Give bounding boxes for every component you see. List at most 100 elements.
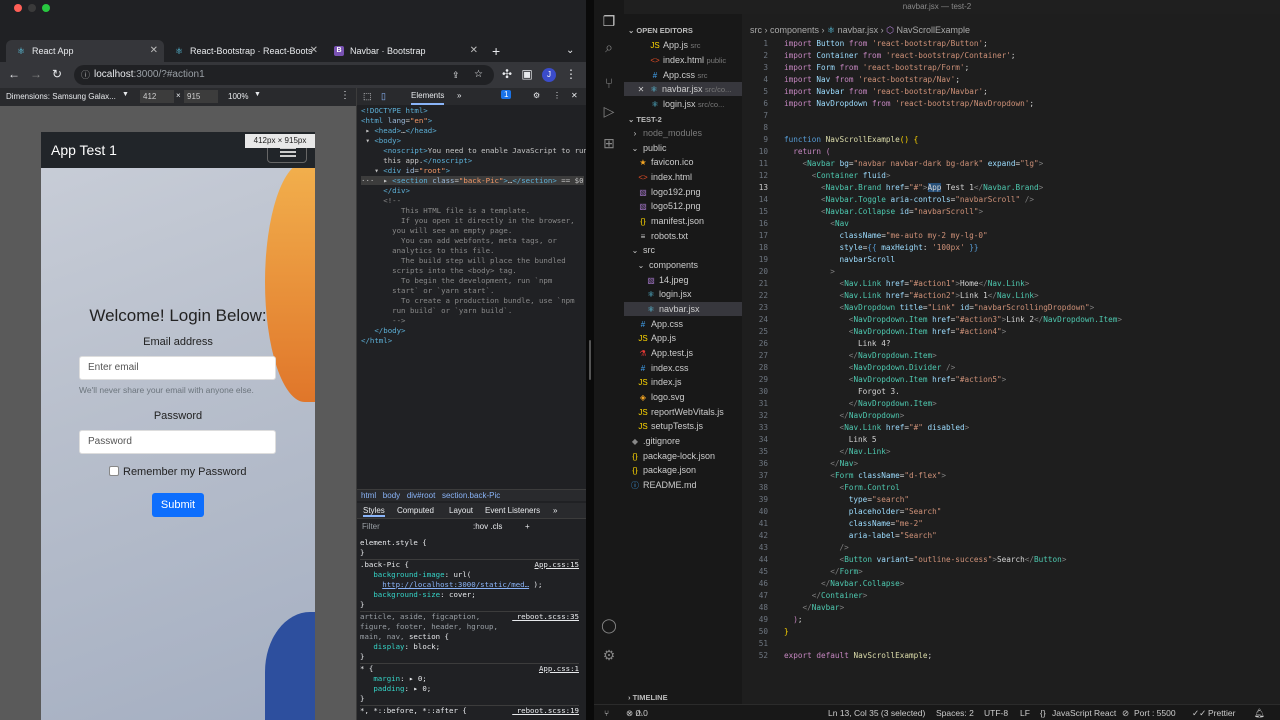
open-editor-item[interactable]: ⚛ login.jsx src/co... [650,97,724,111]
close-window-button[interactable] [14,4,22,12]
profile-avatar[interactable]: J [542,68,556,82]
tree-file[interactable]: # index.css [638,361,689,375]
password-input[interactable]: Password [79,430,276,454]
chevron-down-icon[interactable]: ⌄ [566,45,574,56]
crumb-root[interactable]: div#root [407,491,435,500]
open-editor-item[interactable]: <> index.html public [650,53,726,67]
tree-file[interactable]: ⚗ App.test.js [638,346,693,360]
menu-kebab-icon[interactable]: ⋮ [564,67,578,81]
share-icon[interactable]: ⇪ [452,65,460,85]
tree-file[interactable]: ≡ robots.txt [638,229,688,243]
zoom-select[interactable]: 100% [228,92,248,101]
crumb-section[interactable]: section.back-Pic [442,491,500,500]
tree-file[interactable]: # App.css [638,317,683,331]
explorer-icon[interactable]: ❐ [600,12,618,30]
devtools-menu-icon[interactable]: ⋮ [553,91,561,100]
navbar-brand[interactable]: App Test 1 [51,142,117,158]
height-input[interactable]: 915 [184,90,218,103]
remote-icon[interactable]: ⑂ [604,705,609,720]
tab-react-app[interactable]: ⚛ React App ✕ [6,40,164,62]
tree-file[interactable]: ⚛ login.jsx [646,287,691,301]
tree-file[interactable]: ▧ 14.jpeg [646,273,688,287]
window-divider[interactable] [586,0,594,720]
open-editor-item[interactable]: # App.css src [650,68,708,82]
open-editors-header[interactable]: ⌄ OPEN EDITORS [628,26,693,35]
line-endings[interactable]: LF [1020,705,1030,720]
timeline-header[interactable]: › TIMELINE [628,693,668,702]
filter-input[interactable]: Filter [362,522,380,531]
tab-styles[interactable]: Styles [363,506,385,517]
tree-file[interactable]: JS index.js [638,375,681,389]
tree-file[interactable]: {} manifest.json [638,214,704,228]
tree-file[interactable]: ⓘ README.md [630,478,697,492]
open-editor-item-active[interactable]: ✕ ⚛ navbar.jsx src/co... [624,82,742,96]
more-tabs-icon[interactable]: » [553,506,557,515]
tree-file[interactable]: {} package.json [630,463,696,477]
tree-file[interactable]: <> index.html [638,170,692,184]
close-tab-icon[interactable]: ✕ [470,45,478,56]
extensions-icon[interactable]: ✣ [500,67,514,81]
extensions-icon[interactable]: ⊞ [600,134,618,152]
inspect-icon[interactable]: ⬚ [363,91,372,102]
tree-file[interactable]: JS reportWebVitals.js [638,405,723,419]
run-debug-icon[interactable]: ▷ [600,102,618,120]
formatter[interactable]: Prettier [1208,705,1235,720]
settings-gear-icon[interactable]: ⚙ [533,91,540,100]
reload-icon[interactable]: ↻ [50,67,64,81]
tab-event-listeners[interactable]: Event Listeners [485,506,540,515]
add-rule-icon[interactable]: + [525,522,530,531]
close-tab-icon[interactable]: ✕ [150,45,158,56]
indentation[interactable]: Spaces: 2 [936,705,974,720]
code-content[interactable]: 1 import Button from 'react-bootstrap/But… [742,38,1280,662]
tree-folder[interactable]: ⌄ public [630,141,667,155]
tree-file[interactable]: ◈ logo.svg [638,390,685,404]
code-editor[interactable]: src › components › ⚛ navbar.jsx › ⬡ NavS… [742,14,1280,704]
new-tab-icon[interactable]: + [492,43,500,59]
styles-filter[interactable]: Filter :hov .cls + [357,522,586,536]
minimize-window-button[interactable] [28,4,36,12]
problems-indicator[interactable]: ⊗ 0 ⚠ 0 [626,705,648,720]
tree-file-active[interactable]: ⚛ navbar.jsx [624,302,742,316]
submit-button[interactable]: Submit [152,493,204,517]
remember-checkbox[interactable]: Remember my Password [109,466,246,478]
crumb-components[interactable]: components [770,25,819,35]
settings-gear-icon[interactable]: ⚙ [600,646,618,664]
crumb-file[interactable]: navbar.jsx [838,25,879,35]
maximize-window-button[interactable] [42,4,50,12]
encoding[interactable]: UTF-8 [984,705,1008,720]
tree-folder[interactable]: ⌄ components [636,258,698,272]
close-icon[interactable]: ✕ [636,83,646,97]
source-control-icon[interactable]: ⑂ [600,74,618,92]
more-tabs-icon[interactable]: » [457,91,461,100]
tab-elements[interactable]: Elements [411,91,445,105]
styles-pane[interactable]: element.style { } .back-Pic {App.css:15 … [357,538,579,720]
account-icon[interactable]: ◯ [600,616,618,634]
language-mode[interactable]: JavaScript React [1052,705,1116,720]
crumb-html[interactable]: html [361,491,376,500]
tab-react-bootstrap[interactable]: ⚛ React-Bootstrap · React-Boots ✕ [164,40,324,62]
issues-badge[interactable]: 1 [501,90,512,99]
tree-file[interactable]: ▧ logo192.png [638,185,700,199]
tree-file[interactable]: JS setupTests.js [638,419,703,433]
tab-layout[interactable]: Layout [449,506,473,515]
checkbox-box[interactable] [109,466,119,476]
notifications-icon[interactable]: 🔔︎ [1254,705,1265,720]
dom-tree[interactable]: <!DOCTYPE html> <html lang="en"> ▸ <head… [357,106,586,486]
device-toggle-icon[interactable]: ▯ [381,91,386,102]
tab-computed[interactable]: Computed [397,506,434,515]
project-header[interactable]: ⌄ TEST-2 [628,115,662,124]
resize-grip[interactable] [589,340,591,380]
tree-file[interactable]: ▧ logo512.png [638,199,700,213]
close-tab-icon[interactable]: ✕ [310,45,318,56]
tree-file[interactable]: {} package-lock.json [630,449,715,463]
tree-folder[interactable]: ⌄ src [630,243,655,257]
live-server-port[interactable]: Port : 5500 [1134,705,1176,720]
device-select[interactable]: Dimensions: Samsung Galax... [6,92,116,101]
forward-icon[interactable]: → [29,67,43,81]
close-icon[interactable]: ✕ [571,91,578,100]
address-bar[interactable]: ⓘ localhost:3000/?#action1 ⇪ ☆ [74,65,494,85]
tree-file[interactable]: ★ favicon.ico [638,155,693,169]
open-editor-item[interactable]: JS App.js src [650,38,700,52]
email-input[interactable]: Enter email [79,356,276,380]
crumb-body[interactable]: body [383,491,400,500]
